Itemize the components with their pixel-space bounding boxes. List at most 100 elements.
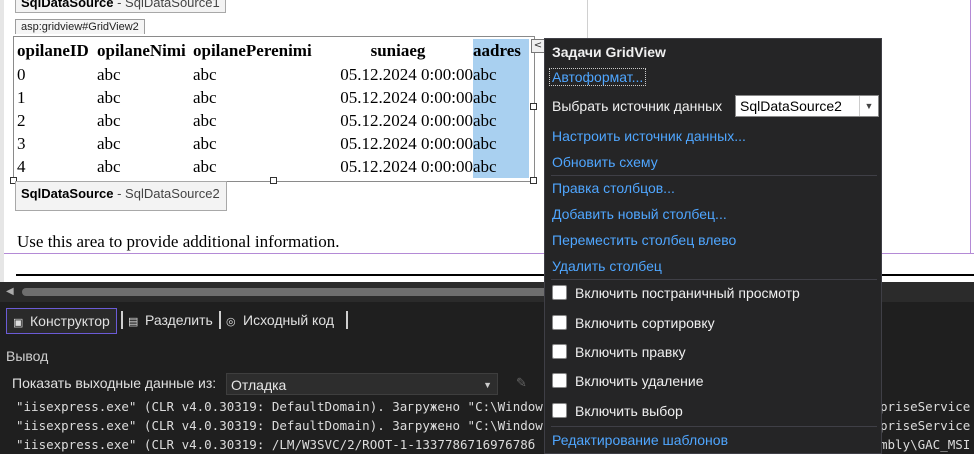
choose-source-label: Выбрать источник данных bbox=[552, 98, 723, 114]
checkbox-label: Включить выбор bbox=[575, 403, 683, 419]
autoformat-link[interactable]: Автоформат... bbox=[549, 68, 647, 86]
info-paragraph: Use this area to provide additional info… bbox=[17, 232, 340, 251]
gridview-header-row: opilaneID opilaneNimi opilanePerenimi su… bbox=[17, 39, 529, 63]
smart-tag-chevron-icon[interactable]: < bbox=[531, 39, 545, 53]
table-cell: abc bbox=[193, 87, 217, 107]
table-cell: 05.12.2024 0:00:00 bbox=[340, 110, 473, 130]
tab-split[interactable]: ▤ Разделить bbox=[122, 308, 219, 332]
log-line: "iisexpress.exe" (CLR v4.0.30319: /LM/W3… bbox=[16, 437, 536, 452]
table-cell: abc bbox=[97, 133, 121, 153]
divider bbox=[551, 279, 877, 280]
output-source-select[interactable]: Отладка ▼ bbox=[226, 373, 498, 395]
sqlds1-type: SqlDataSource bbox=[21, 0, 114, 10]
table-cell: abc bbox=[97, 87, 121, 107]
chevron-down-icon: ▼ bbox=[859, 96, 878, 116]
enable-paging-checkbox[interactable]: Включить постраничный просмотр bbox=[552, 285, 800, 301]
add-column-link[interactable]: Добавить новый столбец... bbox=[552, 206, 727, 222]
table-cell: abc bbox=[193, 64, 217, 84]
table-cell: 4 bbox=[17, 156, 26, 176]
column-header[interactable]: opilaneID bbox=[17, 39, 97, 63]
table-cell: 05.12.2024 0:00:00 bbox=[340, 87, 473, 107]
checkbox-box[interactable] bbox=[552, 373, 567, 388]
resize-handle-bottom-right[interactable] bbox=[530, 177, 537, 184]
log-line: "iisexpress.exe" (CLR v4.0.30319: Defaul… bbox=[16, 418, 543, 433]
output-log[interactable]: "iisexpress.exe" (CLR v4.0.30319: Defaul… bbox=[16, 397, 543, 454]
table-row: 1 abc abc 05.12.2024 0:00:00 abc bbox=[17, 86, 529, 109]
log-line-tail: priseService bbox=[880, 418, 971, 433]
data-source-value: SqlDataSource2 bbox=[740, 98, 842, 114]
sqlds1-id: - SqlDataSource1 bbox=[113, 0, 220, 10]
table-cell: abc bbox=[473, 109, 529, 132]
configure-source-link[interactable]: Настроить источник данных... bbox=[552, 128, 746, 144]
table-cell: abc bbox=[193, 133, 217, 153]
checkbox-label: Включить удаление bbox=[575, 373, 704, 389]
show-output-from-label: Показать выходные данные из: bbox=[12, 375, 217, 391]
sqlds2-type: SqlDataSource bbox=[21, 186, 114, 201]
design-icon: ▣ bbox=[13, 317, 24, 329]
column-header[interactable]: suniaeg bbox=[323, 39, 473, 63]
table-row: 2 abc abc 05.12.2024 0:00:00 abc bbox=[17, 109, 529, 132]
sqldatasource1-control[interactable]: SqlDataSource - SqlDataSource1 bbox=[15, 0, 226, 13]
design-gutter bbox=[0, 0, 4, 282]
edit-columns-link[interactable]: Правка столбцов... bbox=[552, 180, 675, 196]
table-cell: abc bbox=[193, 110, 217, 130]
column-header[interactable]: opilanePerenimi bbox=[193, 39, 323, 63]
table-cell: 05.12.2024 0:00:00 bbox=[340, 133, 473, 153]
table-cell: 0 bbox=[17, 64, 26, 84]
gridview-tasks-title: Задачи GridView bbox=[552, 44, 666, 60]
column-header-selected[interactable]: aadres bbox=[473, 39, 529, 63]
tab-design-label: Конструктор bbox=[30, 313, 110, 329]
table-cell: abc bbox=[97, 110, 121, 130]
scroll-left-icon[interactable]: ◀ bbox=[6, 286, 14, 297]
gridview-table[interactable]: opilaneID opilaneNimi opilanePerenimi su… bbox=[17, 39, 529, 178]
tab-source[interactable]: ◎ Исходный код bbox=[220, 308, 340, 332]
tab-source-label: Исходный код bbox=[243, 312, 334, 328]
enable-sorting-checkbox[interactable]: Включить сортировку bbox=[552, 315, 715, 331]
edit-templates-link[interactable]: Редактирование шаблонов bbox=[552, 432, 728, 448]
scrollbar-thumb[interactable] bbox=[22, 288, 582, 296]
column-header[interactable]: opilaneNimi bbox=[97, 39, 193, 63]
tab-split-label: Разделить bbox=[145, 312, 213, 328]
table-cell: abc bbox=[97, 156, 121, 176]
log-line-tail: mbly\GAC_MSI bbox=[880, 437, 971, 452]
checkbox-box[interactable] bbox=[552, 403, 567, 418]
output-source-value: Отладка bbox=[231, 377, 287, 393]
table-cell: 2 bbox=[17, 110, 26, 130]
refresh-schema-link[interactable]: Обновить схему bbox=[552, 154, 658, 170]
checkbox-box[interactable] bbox=[552, 315, 567, 330]
table-cell: abc bbox=[473, 86, 529, 109]
table-cell: abc bbox=[473, 132, 529, 155]
table-cell: abc bbox=[473, 63, 529, 86]
content-region-border-right bbox=[970, 0, 971, 254]
sqldatasource2-control[interactable]: SqlDataSource - SqlDataSource2 bbox=[15, 181, 227, 211]
output-panel-title: Вывод bbox=[6, 348, 49, 364]
tab-separator bbox=[346, 311, 348, 329]
resize-handle-bottom[interactable] bbox=[270, 177, 277, 184]
table-cell: 1 bbox=[17, 87, 26, 107]
log-line-tail: priseService bbox=[880, 399, 971, 414]
table-cell: abc bbox=[97, 64, 121, 84]
checkbox-label: Включить сортировку bbox=[575, 315, 715, 331]
data-source-select[interactable]: SqlDataSource2 ▼ bbox=[735, 95, 879, 117]
checkbox-box[interactable] bbox=[552, 344, 567, 359]
enable-editing-checkbox[interactable]: Включить правку bbox=[552, 344, 686, 360]
gridview-tag: asp:gridview#GridView2 bbox=[15, 19, 145, 34]
gridview-tasks-panel: Задачи GridView Автоформат... Выбрать ис… bbox=[544, 38, 882, 454]
checkbox-label: Включить правку bbox=[575, 344, 686, 360]
split-icon: ▤ bbox=[128, 316, 139, 328]
table-row: 3 abc abc 05.12.2024 0:00:00 abc bbox=[17, 132, 529, 155]
table-cell: abc bbox=[193, 156, 217, 176]
clear-output-icon[interactable]: ✎ bbox=[516, 376, 527, 391]
table-cell: 05.12.2024 0:00:00 bbox=[340, 156, 473, 176]
enable-deleting-checkbox[interactable]: Включить удаление bbox=[552, 373, 703, 389]
table-row: 0 abc abc 05.12.2024 0:00:00 abc bbox=[17, 63, 529, 86]
log-line: "iisexpress.exe" (CLR v4.0.30319: Defaul… bbox=[16, 399, 543, 414]
tab-design[interactable]: ▣ Конструктор bbox=[6, 308, 117, 334]
enable-selection-checkbox[interactable]: Включить выбор bbox=[552, 403, 683, 419]
move-column-left-link[interactable]: Переместить столбец влево bbox=[552, 232, 736, 248]
remove-column-link[interactable]: Удалить столбец bbox=[552, 258, 662, 274]
checkbox-box[interactable] bbox=[552, 285, 567, 300]
resize-handle-right[interactable] bbox=[530, 103, 537, 110]
source-code-icon: ◎ bbox=[226, 316, 236, 328]
table-cell: 3 bbox=[17, 133, 26, 153]
